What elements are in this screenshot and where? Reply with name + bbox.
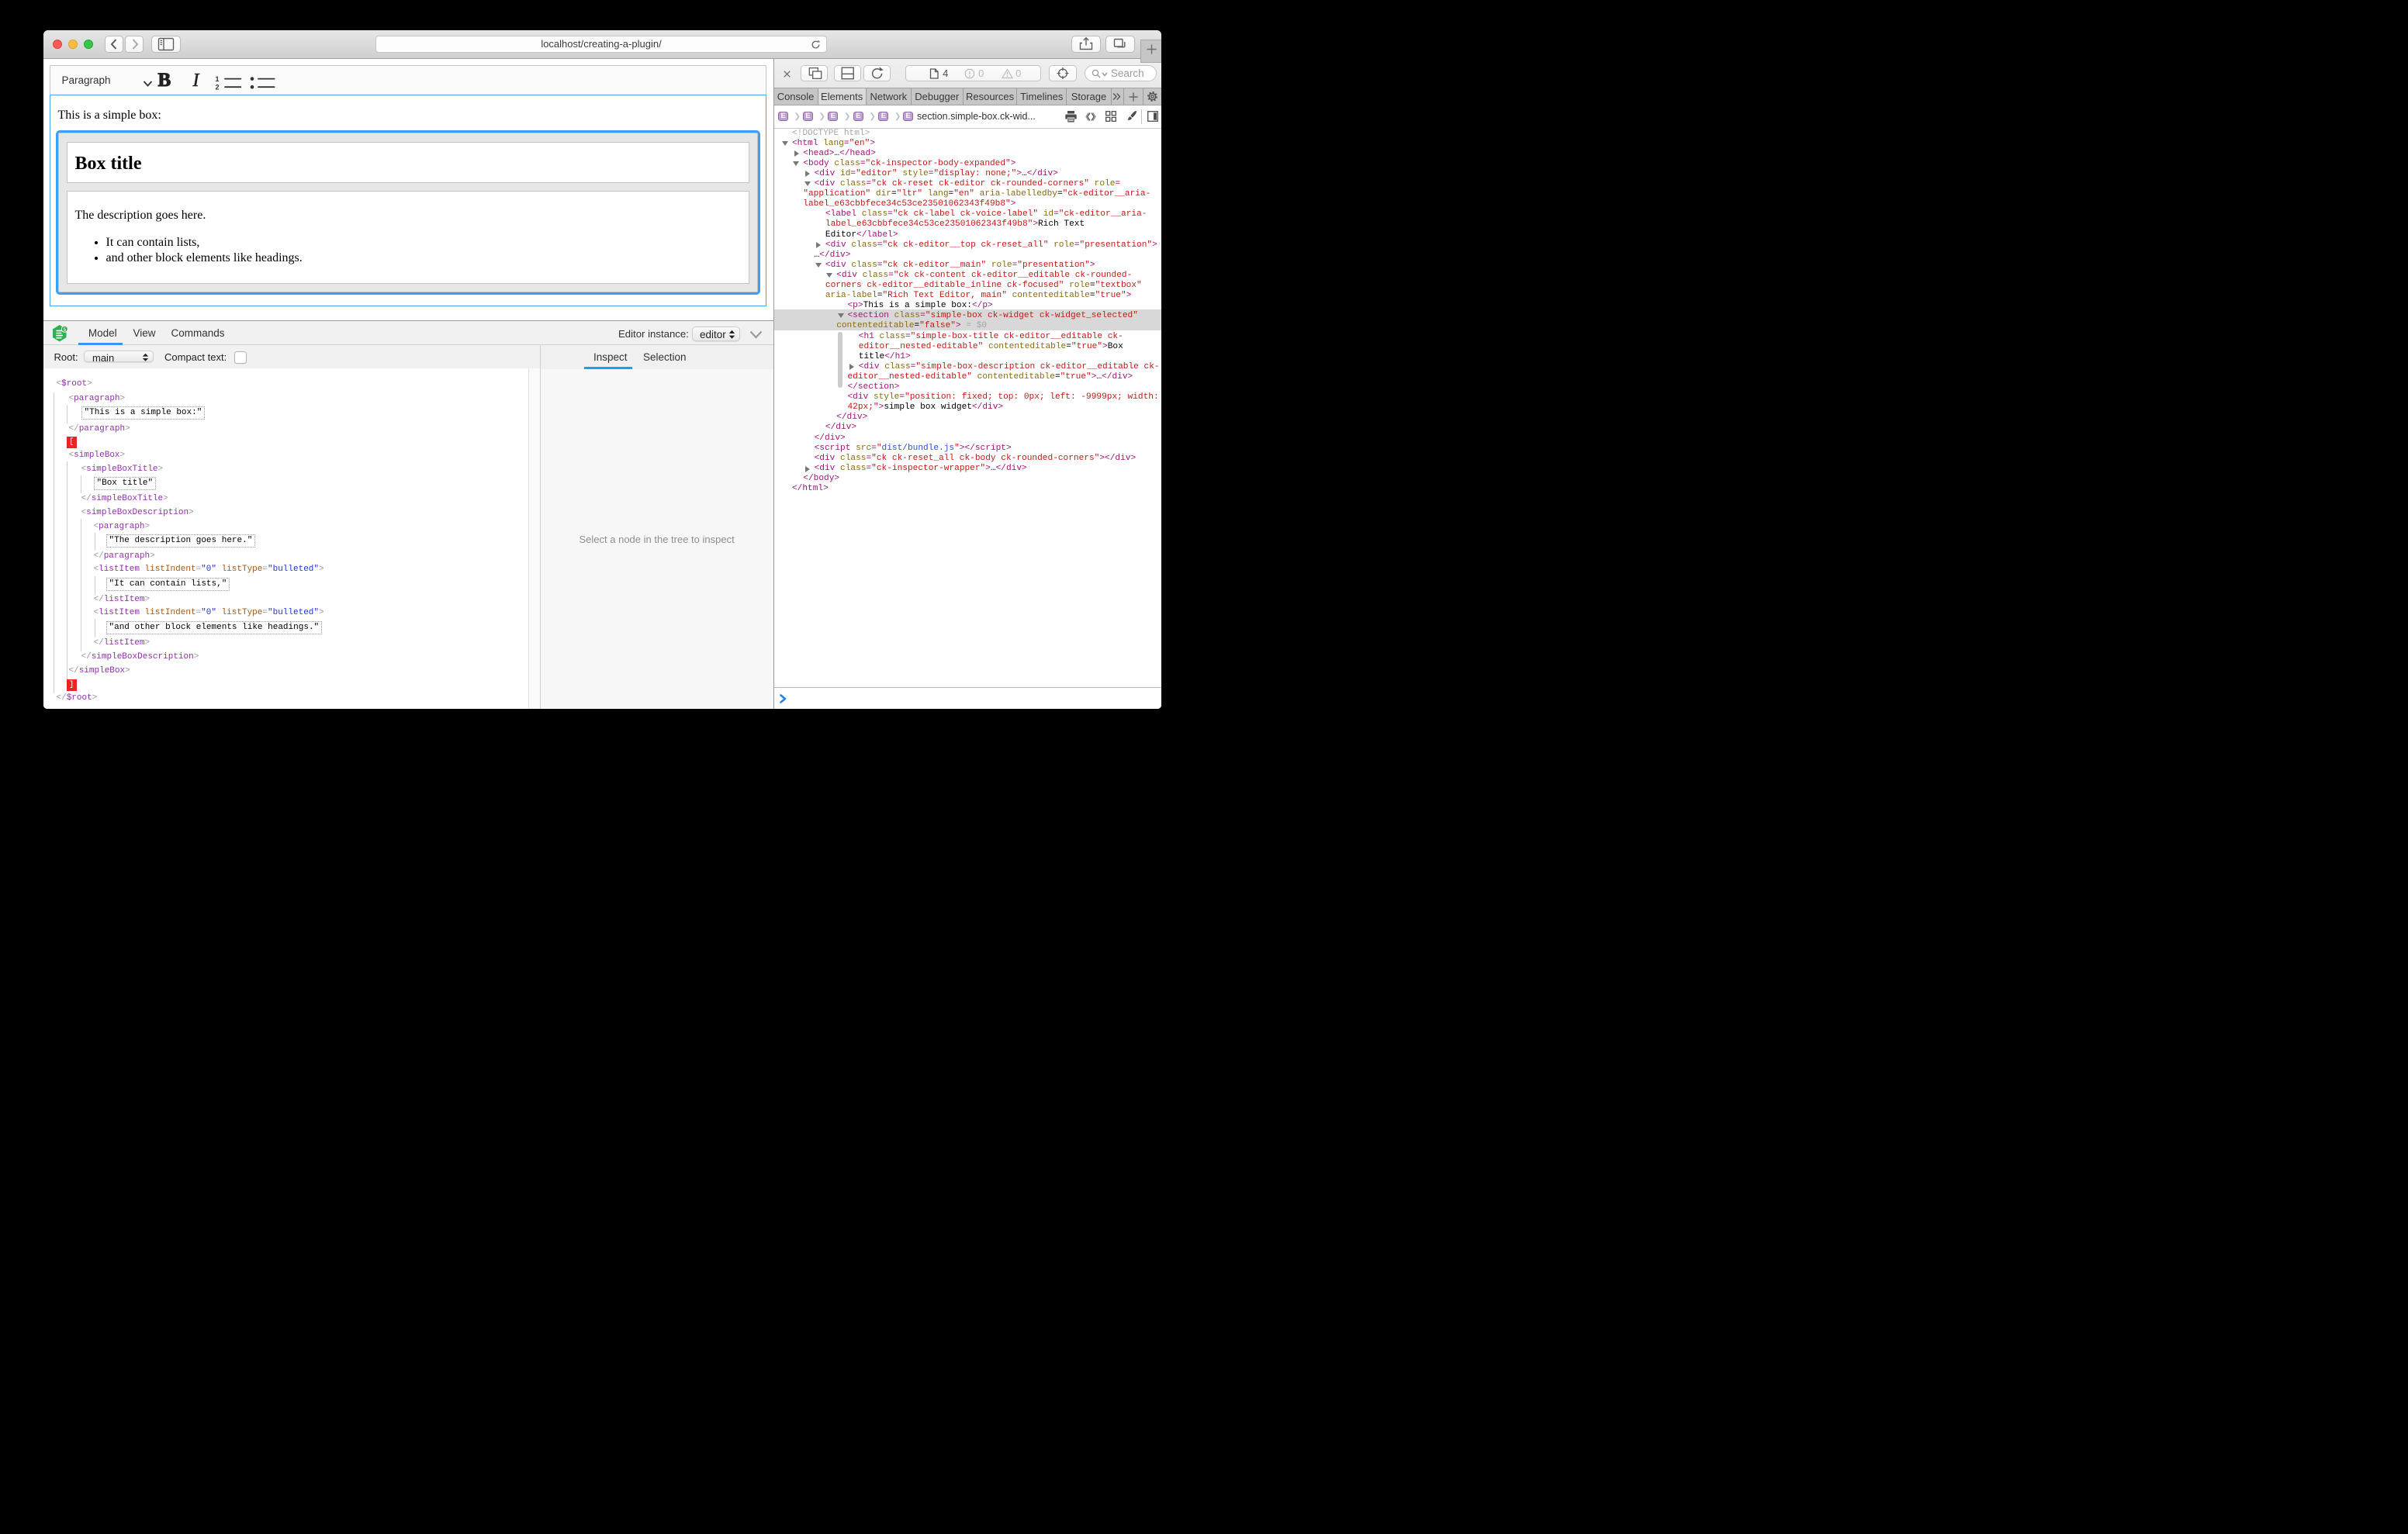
svg-text:5: 5: [64, 327, 67, 333]
svg-text:1: 1: [215, 75, 219, 83]
svg-text:2: 2: [215, 84, 219, 90]
